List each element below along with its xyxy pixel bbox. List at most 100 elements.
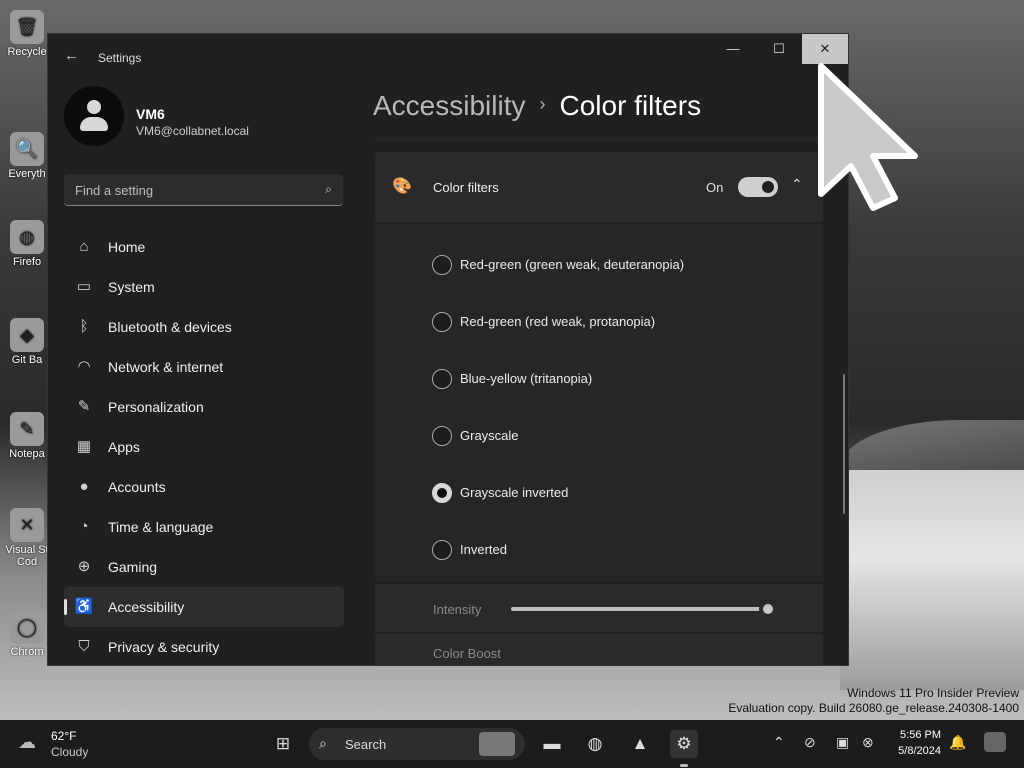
breadcrumb: Accessibility › Color filters — [373, 90, 701, 130]
desktop-icon-label: Everyth — [8, 168, 46, 180]
color-boost-row: Color Boost — [375, 634, 823, 665]
desktop-icon-label: Notepa — [9, 448, 45, 460]
sidebar-item-label: Accounts — [108, 479, 166, 495]
clock-globe-icon: ◔ — [79, 518, 89, 535]
taskbar: ☁ 62°F Cloudy ⊞ ⌕ Search ▬ ◍ ▲ ⚙ ⌃ ⊘ ▣ ⊗… — [0, 720, 1024, 768]
sidebar-item-privacy-security[interactable]: ⛉ Privacy & security — [64, 627, 344, 665]
palette-icon: 🎨 — [392, 178, 412, 195]
everything-icon: 🔍 — [10, 132, 44, 166]
notification-bell-icon[interactable]: 🔔 — [949, 734, 966, 751]
active-app-indicator — [680, 764, 688, 767]
desktop-icon-git-bash[interactable]: ◆ Git Ba — [4, 318, 50, 366]
search-highlight-image — [479, 732, 515, 756]
minimize-button[interactable]: — — [710, 34, 756, 64]
sidebar-item-label: Personalization — [108, 399, 204, 415]
breadcrumb-parent[interactable]: Accessibility — [373, 90, 525, 121]
sidebar-item-label: Home — [108, 239, 146, 255]
home-icon: ⌂ — [79, 238, 89, 255]
desktop-icon-recycle-bin[interactable]: 🗑 Recycle — [4, 10, 50, 58]
maximize-button[interactable]: ☐ — [756, 34, 802, 64]
intensity-row: Intensity — [375, 584, 823, 632]
color-filters-header[interactable]: 🎨 Color filters On ⌃ — [375, 152, 823, 222]
back-arrow-icon[interactable]: ← — [64, 48, 80, 64]
desktop-icon-everything[interactable]: 🔍 Everyth — [4, 132, 50, 180]
sidebar-item-label: Bluetooth & devices — [108, 319, 232, 335]
desktop-icon-notepad[interactable]: ✎ Notepa — [4, 412, 50, 460]
watermark-line-1: Windows 11 Pro Insider Preview — [847, 686, 1019, 700]
sidebar-item-system[interactable]: ▭ System — [64, 267, 344, 307]
network-icon[interactable]: ⊘ — [804, 734, 816, 751]
cloud-icon[interactable]: ☁ — [18, 733, 44, 751]
color-filters-toggle[interactable] — [738, 177, 778, 197]
desktop-wallpaper-sea — [840, 470, 1024, 690]
scrollbar[interactable] — [843, 374, 845, 514]
title-bar[interactable]: ← Settings — ☐ ✕ — [48, 34, 848, 80]
intensity-slider-thumb[interactable] — [759, 600, 777, 618]
desktop-icon-chrome[interactable]: ◯ Chrom — [4, 610, 50, 658]
color-filters-title: Color filters — [433, 180, 499, 195]
chevron-up-icon[interactable]: ⌃ — [773, 734, 785, 751]
sidebar-item-time-language[interactable]: ◔ Time & language — [64, 507, 344, 547]
chevron-up-icon[interactable]: ⌃ — [791, 176, 803, 193]
desktop-icon-firefox[interactable]: ◍ Firefo — [4, 220, 50, 268]
radio-button[interactable] — [432, 426, 452, 446]
user-email: VM6@collabnet.local — [136, 124, 249, 138]
sidebar-item-accessibility[interactable]: ♿ Accessibility — [64, 587, 344, 627]
gamepad-icon: ⊕ — [77, 558, 91, 575]
shield-icon: ⛉ — [78, 638, 90, 655]
taskbar-search[interactable]: ⌕ Search — [309, 728, 525, 760]
intensity-slider-track[interactable] — [511, 607, 765, 611]
brush-icon: ✎ — [77, 398, 91, 415]
search-icon[interactable]: ⌕ — [325, 182, 332, 197]
radio-button[interactable] — [432, 255, 452, 275]
person-icon: ● — [79, 478, 89, 495]
desktop-icon-label: Visual St Cod — [5, 544, 49, 568]
sidebar-item-label: Network & internet — [108, 359, 224, 375]
close-button[interactable]: ✕ — [802, 34, 848, 64]
radio-label: Red-green (red weak, protanopia) — [460, 314, 656, 329]
settings-icon[interactable]: ⚙ — [670, 730, 698, 758]
desktop-icon-visual-studio-code[interactable]: ✕ Visual St Cod — [4, 508, 50, 568]
avatar[interactable] — [64, 86, 124, 146]
app-title: Settings — [98, 51, 142, 65]
firefox-icon[interactable]: ◍ — [581, 730, 609, 758]
apps-icon: ▦ — [76, 438, 92, 455]
git-bash-icon: ◆ — [10, 318, 44, 352]
system-icon: ▭ — [76, 278, 92, 295]
start-button[interactable]: ⊞ — [269, 730, 297, 758]
mouse-cursor-icon — [818, 63, 918, 211]
copilot-icon[interactable] — [984, 732, 1006, 752]
search-input[interactable]: Find a setting ⌕ — [64, 174, 343, 206]
weather-temperature[interactable]: 62°F — [51, 729, 76, 743]
wifi-icon: ◠ — [77, 358, 91, 375]
volume-icon[interactable]: ⊗ — [862, 734, 874, 751]
radio-button[interactable] — [432, 369, 452, 389]
radio-label: Grayscale inverted — [460, 485, 569, 500]
color-boost-label: Color Boost — [433, 646, 501, 661]
clock-time: 5:56 PM — [900, 729, 941, 741]
desktop-icon-label: Firefo — [12, 256, 42, 268]
radio-button[interactable] — [432, 312, 452, 332]
radio-button-selected[interactable] — [432, 483, 452, 503]
sidebar-item-network[interactable]: ◠ Network & internet — [64, 347, 344, 387]
page-title: Color filters — [559, 90, 702, 121]
sidebar-item-gaming[interactable]: ⊕ Gaming — [64, 547, 344, 587]
recycle-bin-icon: 🗑 — [10, 10, 44, 44]
color-filter-options: Red-green (green weak, deuteranopia) Red… — [375, 224, 823, 582]
file-explorer-icon[interactable]: ▬ — [538, 730, 566, 758]
sidebar-item-bluetooth[interactable]: ᛒ Bluetooth & devices — [64, 307, 344, 347]
sidebar-item-apps[interactable]: ▦ Apps — [64, 427, 344, 467]
sidebar-item-personalization[interactable]: ✎ Personalization — [64, 387, 344, 427]
device-icon[interactable]: ▣ — [836, 734, 849, 751]
radio-button[interactable] — [432, 540, 452, 560]
weather-description[interactable]: Cloudy — [51, 745, 88, 759]
sidebar-item-accounts[interactable]: ● Accounts — [64, 467, 344, 507]
radio-label: Blue-yellow (tritanopia) — [460, 371, 593, 386]
sidebar-item-label: System — [108, 279, 155, 295]
app-icon[interactable]: ▲ — [626, 730, 654, 758]
sidebar-item-label: Privacy & security — [108, 639, 220, 655]
sidebar-item-label: Time & language — [108, 519, 214, 535]
clock[interactable]: 5:56 PM 5/8/2024 — [893, 729, 941, 757]
radio-label: Inverted — [460, 542, 507, 557]
sidebar-item-home[interactable]: ⌂ Home — [64, 227, 344, 267]
